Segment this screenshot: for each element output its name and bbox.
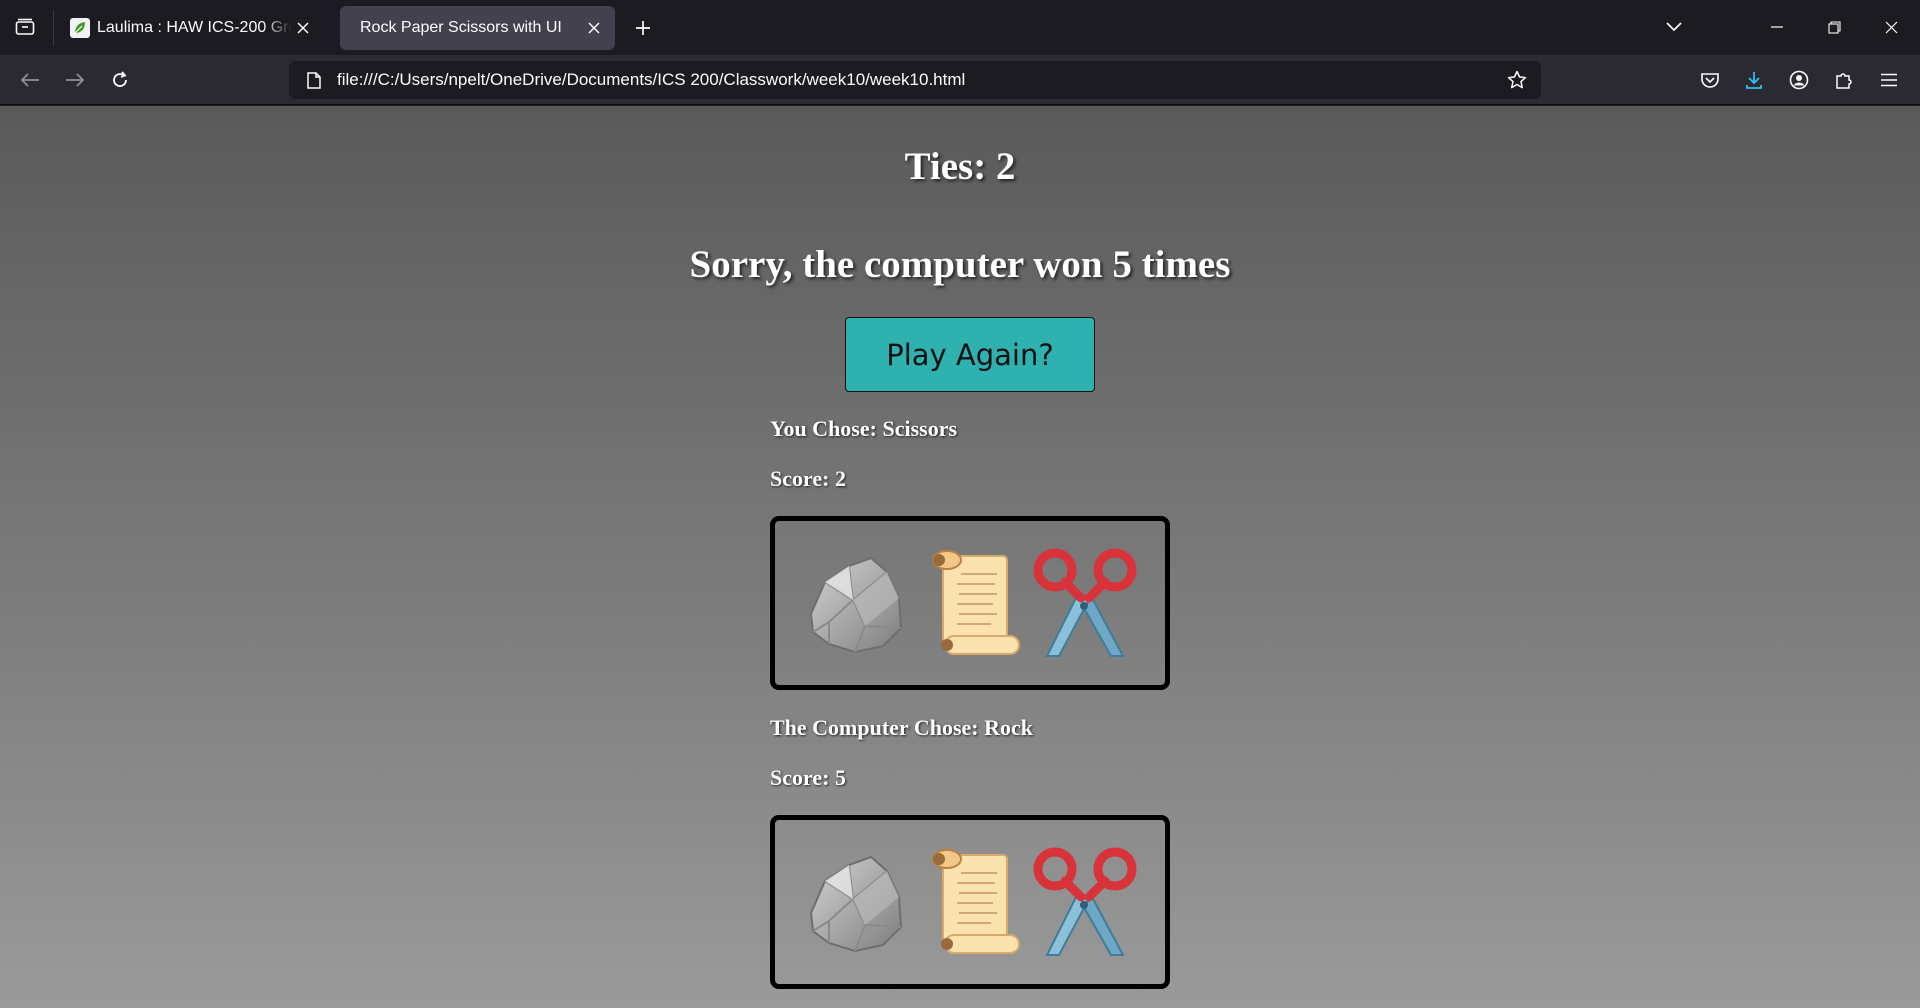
account-icon: [1789, 70, 1809, 90]
computer-scissors-choice: [1031, 843, 1137, 961]
arrow-right-icon: [66, 73, 85, 87]
tab-strip-divider: [53, 10, 54, 46]
scissors-icon: [1031, 843, 1137, 961]
scissors-icon: [1031, 544, 1137, 662]
ties-counter: Ties: 2: [904, 145, 1016, 188]
extensions-button[interactable]: [1829, 65, 1859, 95]
tab-list-icon: [15, 18, 35, 35]
pocket-button[interactable]: [1695, 65, 1725, 95]
tab-overflow-button[interactable]: [1659, 12, 1689, 42]
computer-choice-text: The Computer Chose: Rock: [770, 715, 1033, 740]
result-message: Sorry, the computer won 5 times: [689, 243, 1231, 286]
download-icon: [1746, 72, 1762, 89]
reload-button[interactable]: [105, 65, 135, 95]
navigation-bar: file:///C:/Users/npelt/OneDrive/Document…: [0, 55, 1920, 105]
reload-icon: [113, 71, 127, 87]
tab-strip: Laulima : HAW ICS-200 Group [N Rock Pape…: [0, 0, 1920, 55]
arrow-left-icon: [20, 73, 39, 87]
computer-score-text: Score: 5: [770, 765, 846, 790]
player-score-text: Score: 2: [770, 466, 846, 491]
player-scissors-choice[interactable]: [1031, 544, 1137, 662]
app-menu-button[interactable]: [1874, 65, 1904, 95]
computer-rock-choice: [803, 843, 909, 961]
puzzle-icon: [1836, 73, 1852, 89]
restore-icon: [1827, 20, 1841, 34]
scroll-icon: [917, 843, 1023, 961]
pocket-icon: [1701, 73, 1719, 88]
tab-laulima[interactable]: Laulima : HAW ICS-200 Group [N: [60, 6, 324, 50]
tab-close-icon[interactable]: [292, 17, 314, 39]
tab-title: Laulima : HAW ICS-200 Group [N: [97, 19, 292, 36]
chevron-down-icon: [1666, 22, 1682, 32]
url-text[interactable]: file:///C:/Users/npelt/OneDrive/Document…: [331, 70, 1499, 90]
page-content: Ties: 2 Sorry, the computer won 5 times …: [0, 106, 1920, 1008]
scroll-icon: [917, 544, 1023, 662]
laulima-leaf-icon: [70, 18, 90, 38]
address-bar[interactable]: file:///C:/Users/npelt/OneDrive/Document…: [289, 61, 1541, 99]
tab-close-icon[interactable]: [583, 17, 605, 39]
hamburger-menu-icon: [1881, 73, 1897, 87]
tab-title: Rock Paper Scissors with UI: [360, 19, 562, 36]
player-choice-text: You Chose: Scissors: [770, 416, 958, 441]
list-all-tabs-button[interactable]: [10, 14, 40, 40]
player-rock-choice[interactable]: [803, 544, 909, 662]
play-again-button[interactable]: Play Again?: [845, 317, 1095, 392]
page-icon: [297, 71, 331, 89]
minimize-button[interactable]: [1762, 12, 1792, 42]
close-window-button[interactable]: [1876, 12, 1906, 42]
computer-paper-choice: [917, 843, 1023, 961]
tab-rock-paper-scissors[interactable]: Rock Paper Scissors with UI: [340, 6, 615, 50]
bookmark-star-icon[interactable]: [1499, 70, 1535, 90]
back-button[interactable]: [15, 65, 45, 95]
player-paper-choice[interactable]: [917, 544, 1023, 662]
account-button[interactable]: [1784, 65, 1814, 95]
rock-icon: [803, 843, 909, 961]
plus-icon: [636, 21, 650, 35]
rock-icon: [803, 544, 909, 662]
close-icon: [1885, 21, 1897, 33]
forward-button[interactable]: [60, 65, 90, 95]
player-choice-panel: [770, 516, 1170, 690]
computer-choice-panel: [770, 815, 1170, 989]
new-tab-button[interactable]: [628, 14, 658, 42]
minimize-icon: [1771, 26, 1783, 28]
restore-button[interactable]: [1819, 12, 1849, 42]
downloads-button[interactable]: [1739, 65, 1769, 95]
